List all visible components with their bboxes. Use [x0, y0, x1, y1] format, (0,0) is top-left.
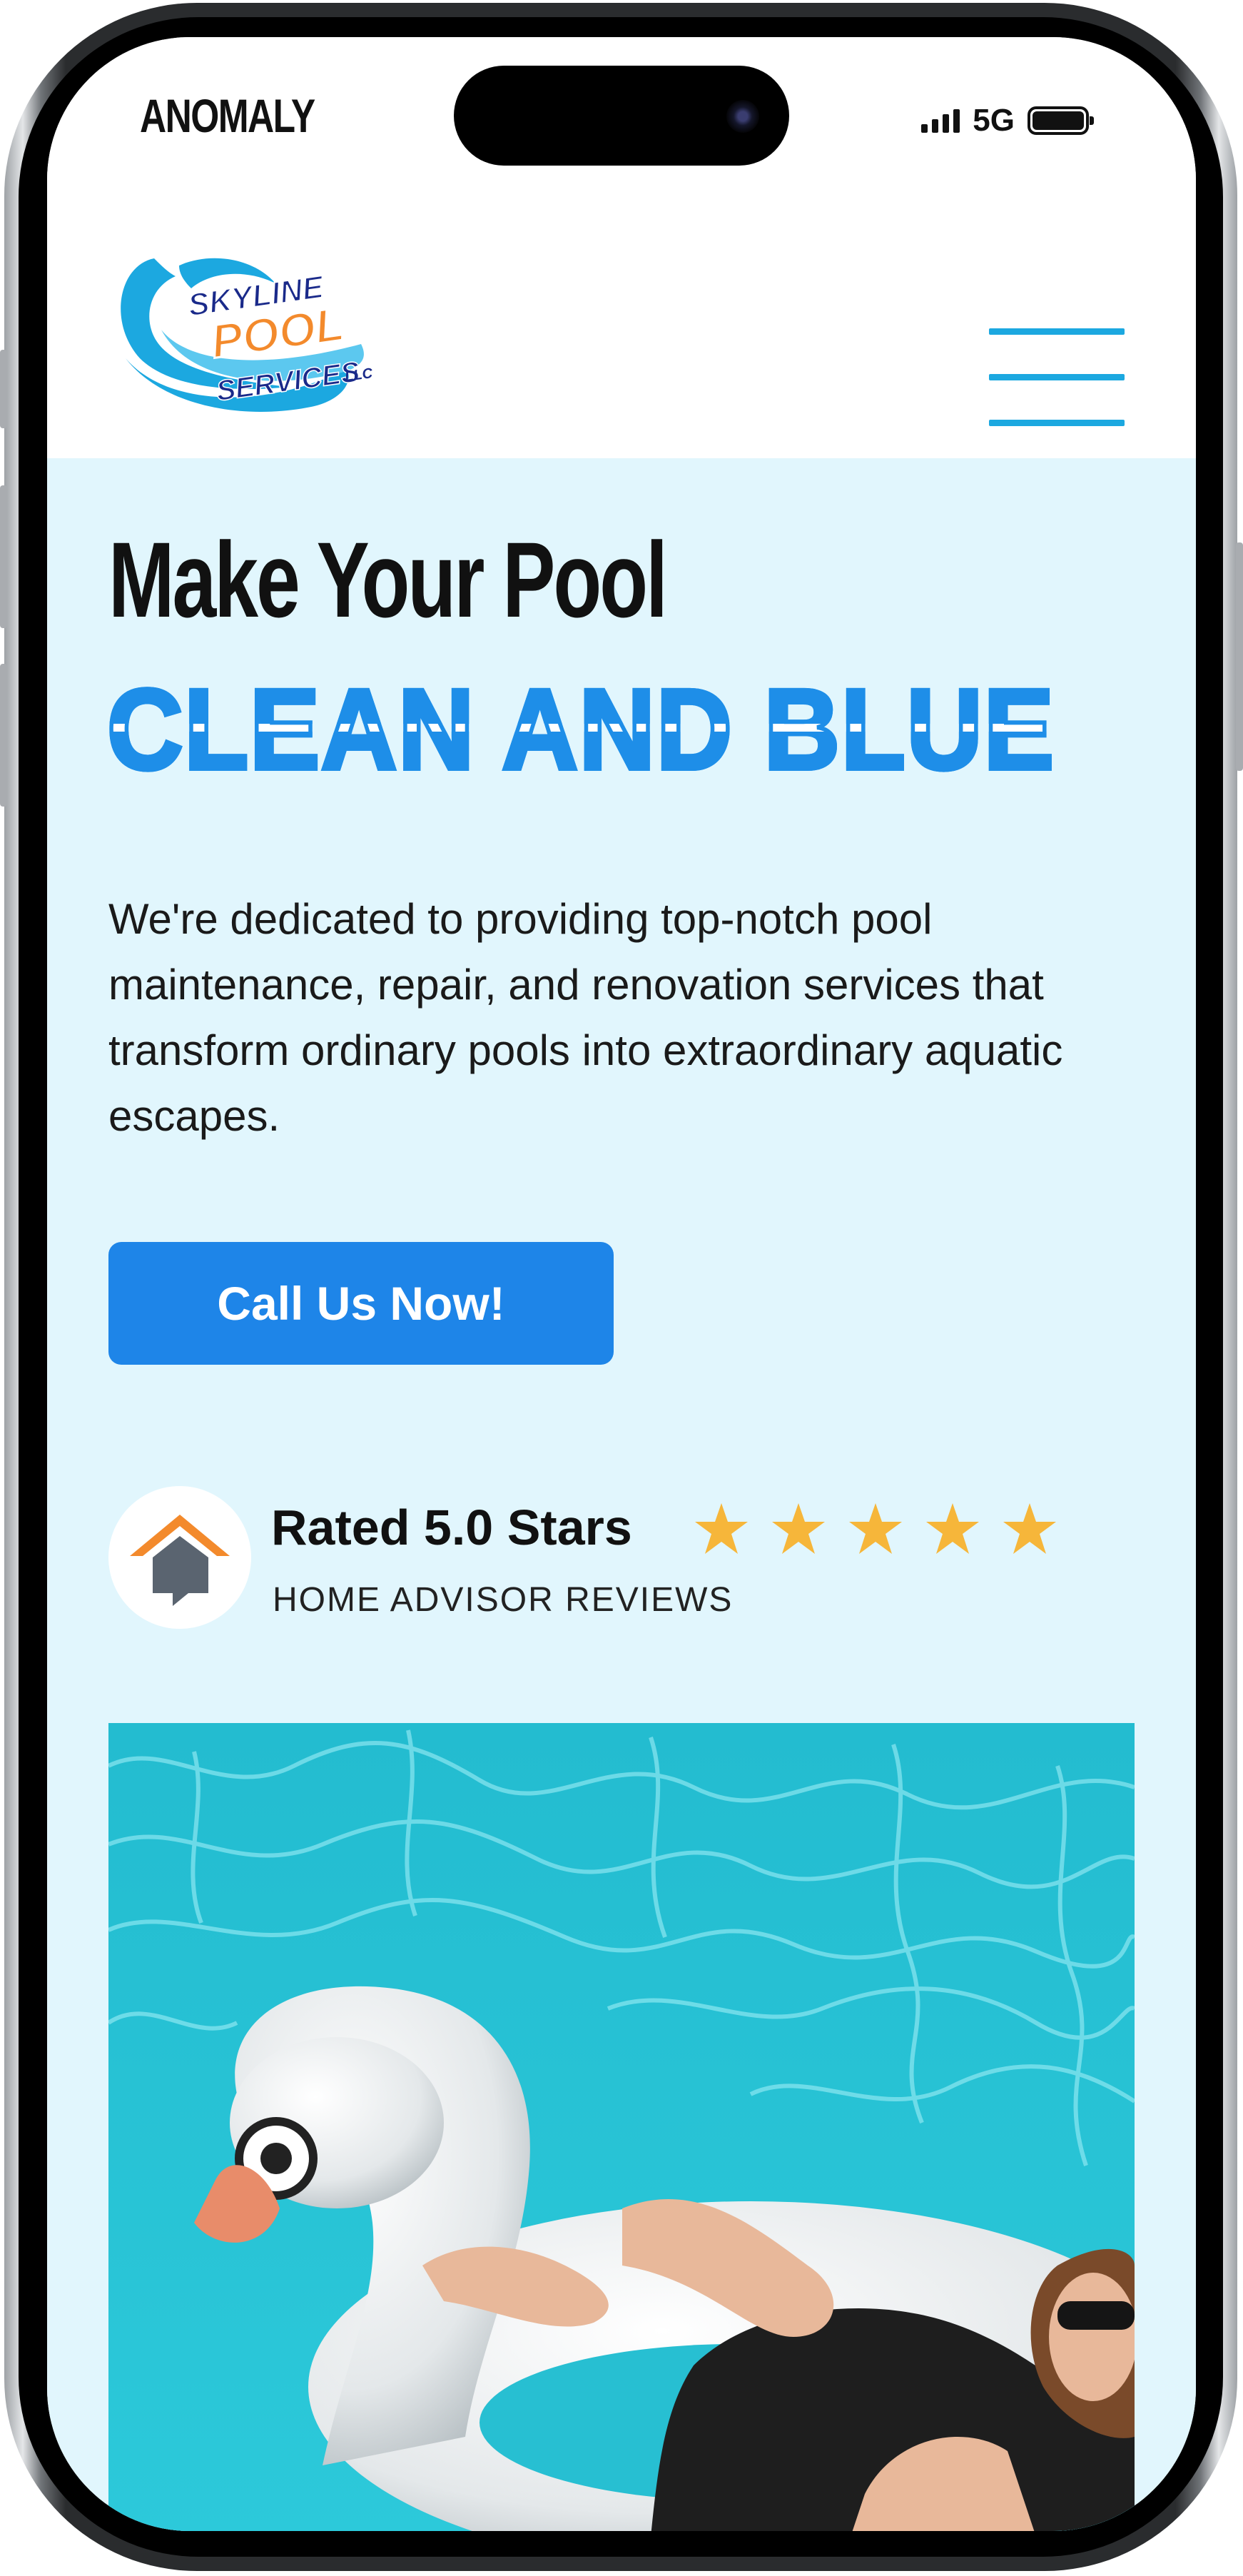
dynamic-island	[454, 66, 789, 166]
volume-down-button	[0, 664, 7, 807]
hero-section: Make Your Pool CLEAN AND BLUE We're dedi…	[47, 458, 1196, 2531]
call-us-now-button[interactable]: Call Us Now!	[108, 1242, 614, 1365]
network-type: 5G	[973, 103, 1015, 138]
signal-bars-icon	[921, 108, 960, 133]
hero-subtitle: CLEAN AND BLUE	[105, 665, 1055, 793]
mute-switch	[0, 350, 7, 428]
star-icon	[926, 1503, 979, 1554]
star-icon	[695, 1503, 748, 1554]
skyline-pool-logo[interactable]: SKYLINE POOL SERVICES LLC	[111, 244, 382, 415]
rating-title: Rated 5.0 Stars	[271, 1500, 632, 1555]
power-button	[1236, 542, 1243, 771]
status-indicators: 5G	[921, 103, 1094, 138]
star-icon	[1003, 1503, 1056, 1554]
rating-source: HOME ADVISOR REVIEWS	[273, 1581, 734, 1619]
front-camera-icon	[726, 100, 759, 133]
home-advisor-logo-icon	[108, 1486, 251, 1629]
hero-title: Make Your Pool	[108, 520, 668, 640]
logo-suffix: LLC	[344, 365, 374, 385]
volume-up-button	[0, 485, 7, 628]
phone-screen: ANOMALY 5G SKYLINE POOL SERVICES LLC Mak…	[47, 37, 1196, 2531]
star-icon	[849, 1503, 902, 1554]
rating-stars	[693, 1502, 1058, 1556]
hero-description: We're dedicated to providing top-notch p…	[108, 895, 1063, 1140]
star-icon	[772, 1503, 825, 1554]
battery-icon	[1028, 106, 1094, 135]
status-carrier: ANOMALY	[140, 89, 315, 142]
hamburger-menu-icon[interactable]	[989, 294, 1125, 426]
site-header: ANOMALY 5G SKYLINE POOL SERVICES LLC	[47, 37, 1196, 458]
woman-on-swan-float-image	[108, 1723, 1135, 2531]
